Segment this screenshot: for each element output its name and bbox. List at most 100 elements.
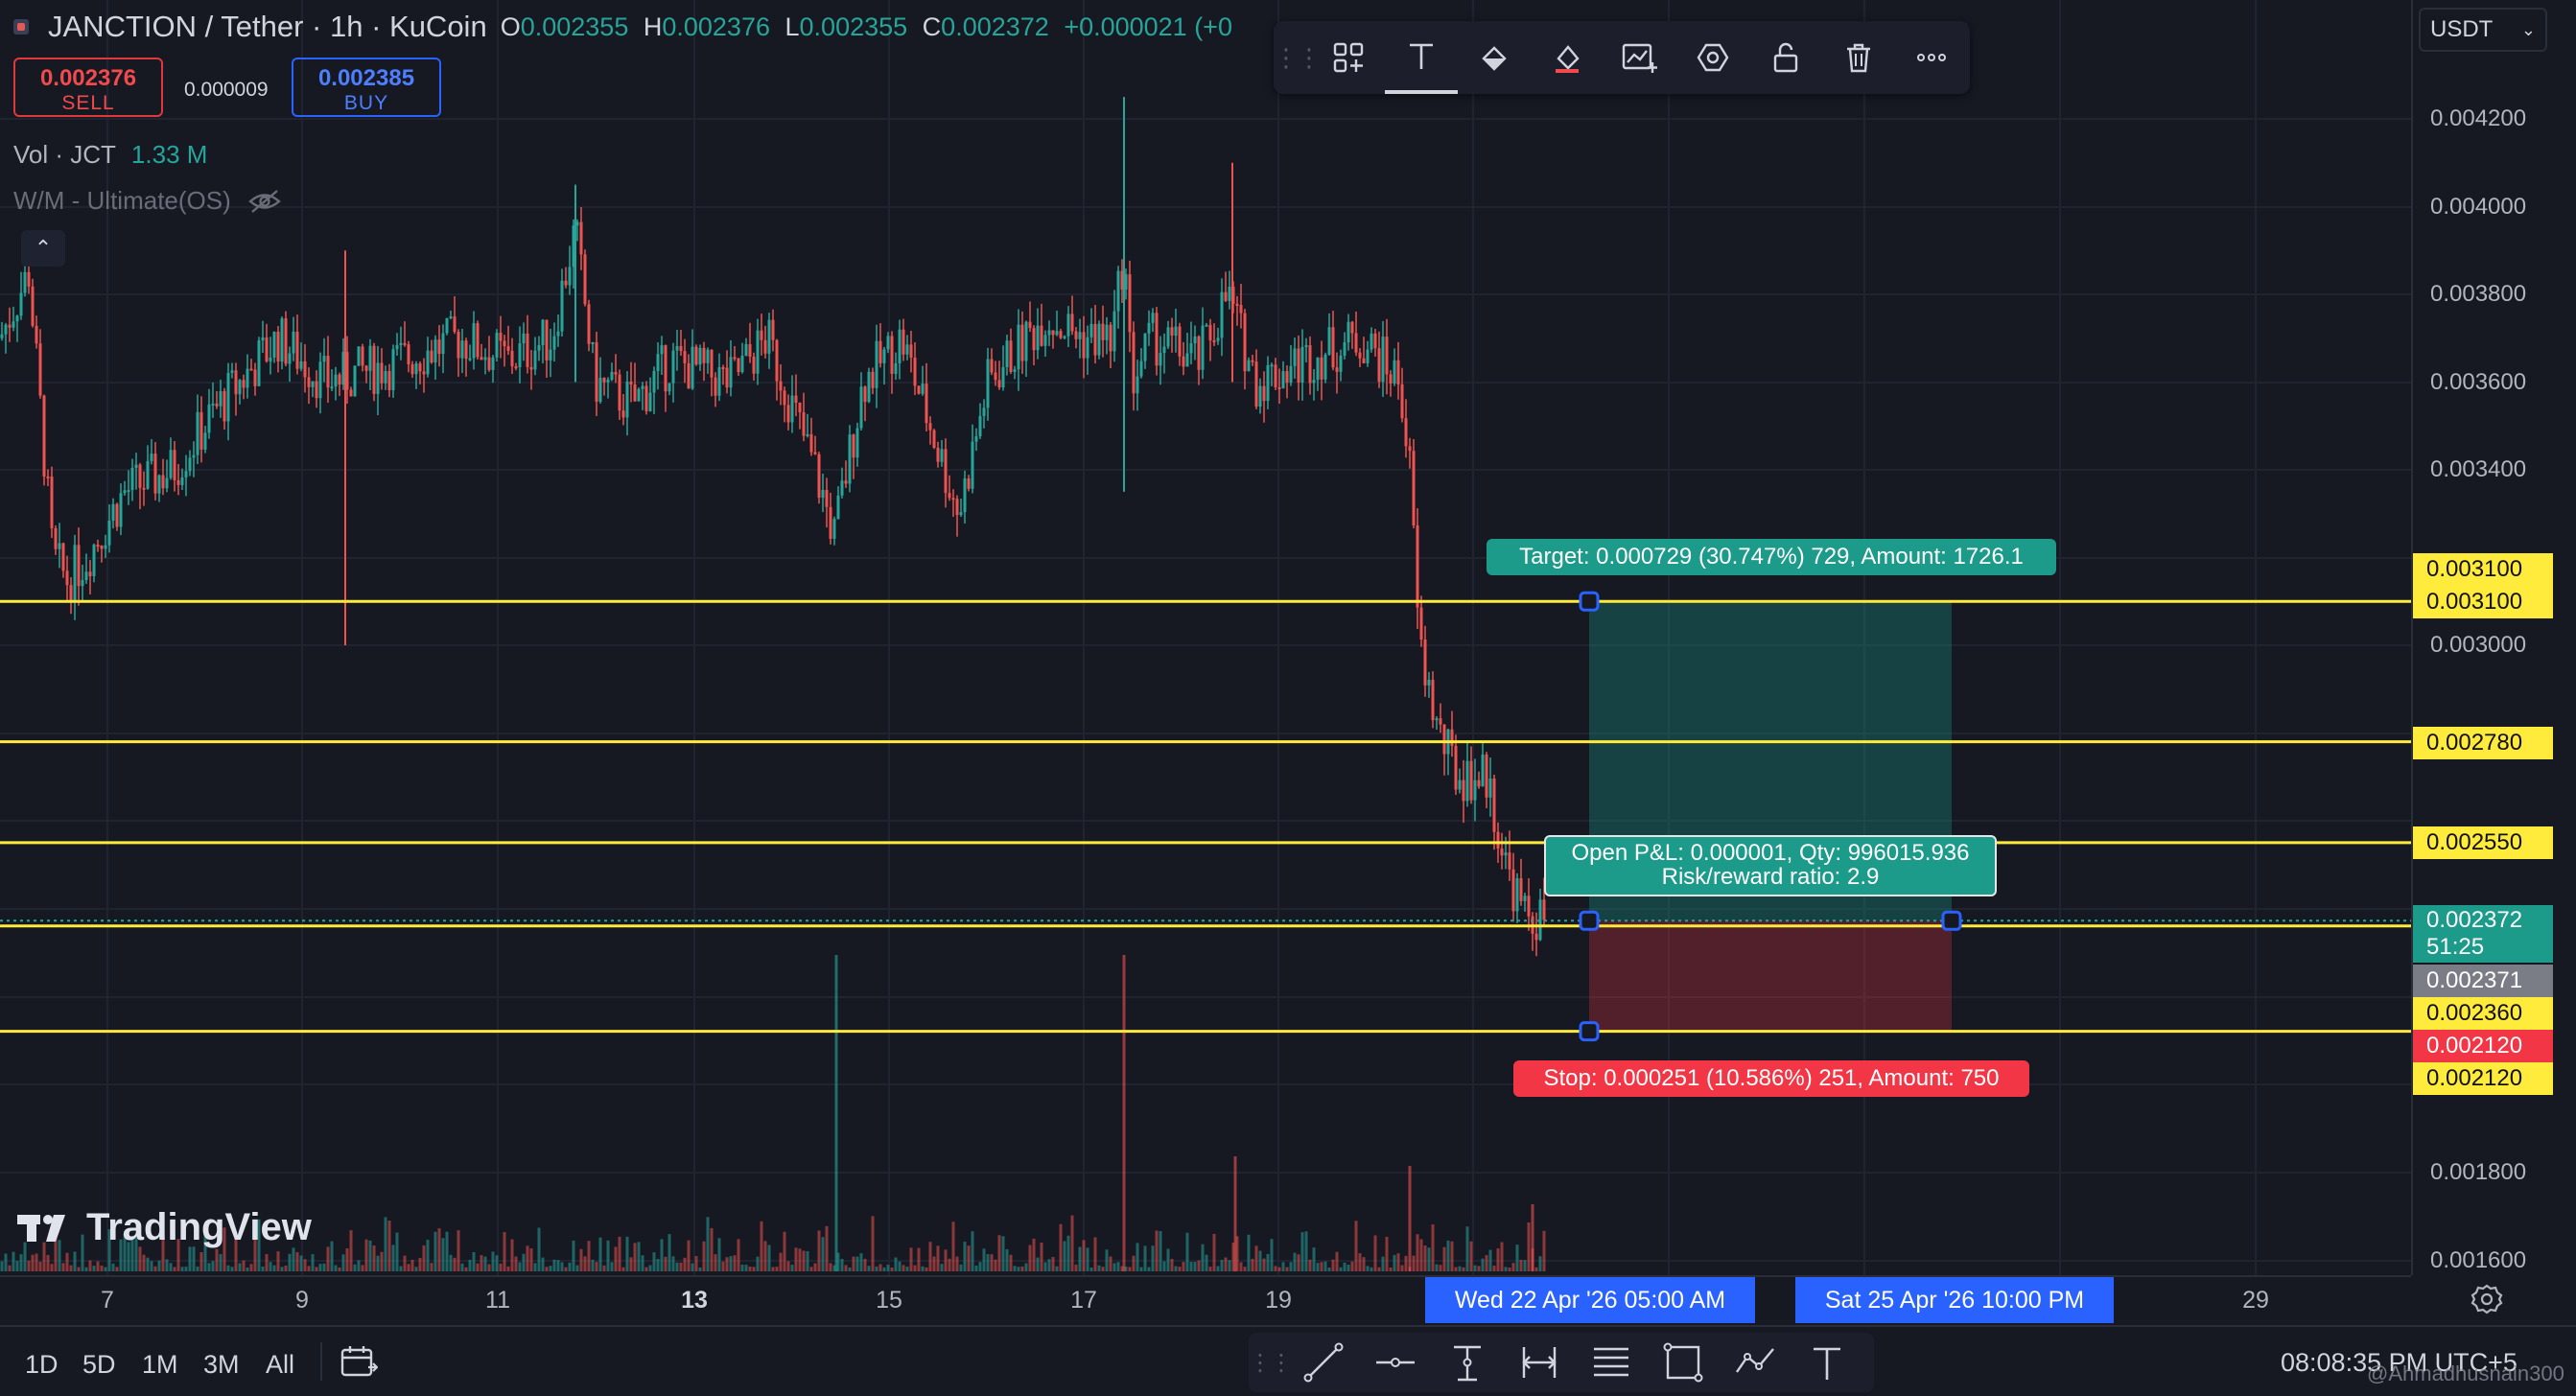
trash-icon[interactable] <box>1822 21 1895 94</box>
candle-body <box>1063 336 1066 338</box>
candle-body <box>1205 324 1208 327</box>
candle-body <box>315 381 318 399</box>
volume-bar <box>691 1263 694 1271</box>
candle-body <box>886 336 890 350</box>
candle-body <box>1274 364 1277 387</box>
candle-body <box>1197 336 1201 370</box>
brush-icon[interactable] <box>1531 21 1604 94</box>
vertical-line-icon[interactable] <box>1431 1341 1503 1384</box>
candle-body <box>1439 718 1442 725</box>
price-label-2120[interactable]: 0.002120 <box>2413 1062 2553 1095</box>
volume-bar <box>272 1265 276 1271</box>
candle-body <box>844 480 848 484</box>
volume-bar <box>1059 1223 1063 1271</box>
candle-body <box>184 471 188 477</box>
volume-bar <box>1504 1267 1508 1271</box>
range-3m[interactable]: 3M <box>203 1350 240 1380</box>
volume-bar <box>173 1267 176 1271</box>
unlock-icon[interactable] <box>1749 21 1822 94</box>
trendline-icon[interactable] <box>1287 1341 1359 1384</box>
text-tool-icon[interactable] <box>1791 1341 1862 1384</box>
symbol-title[interactable]: JANCTION / Tether · 1h · KuCoin <box>48 10 487 44</box>
candle-body <box>1032 328 1036 351</box>
volume-bar <box>1112 1263 1116 1271</box>
volume-bar <box>341 1254 345 1271</box>
range-1d[interactable]: 1D <box>25 1350 59 1380</box>
last-price-label[interactable]: 0.002372 51:25 <box>2413 905 2553 963</box>
gear-icon[interactable] <box>2471 1283 2503 1323</box>
open-pnl-label[interactable]: Open P&L: 0.000001, Qty: 996015.936 Risk… <box>1544 835 1997 896</box>
volume-bar <box>426 1239 430 1271</box>
buy-label: BUY <box>343 92 389 114</box>
time-tick: 11 <box>485 1287 510 1314</box>
chart-settings-icon[interactable] <box>1604 21 1676 94</box>
calendar-icon[interactable] <box>340 1344 379 1386</box>
candle-body <box>1074 331 1078 339</box>
time-axis[interactable]: 7 9 11 13 15 17 19 29 Wed 22 Apr '26 05:… <box>0 1275 2411 1325</box>
price-label-2120-stop[interactable]: 0.002120 <box>2413 1030 2553 1062</box>
volume-legend[interactable]: Vol · JCT 1.33 M <box>13 140 207 170</box>
price-label-3100-upper[interactable]: 0.003100 <box>2413 553 2553 586</box>
volume-bar <box>1243 1267 1247 1271</box>
candle-body <box>1201 325 1205 370</box>
drawbar-drag-handle[interactable]: ⋮⋮ <box>1249 1349 1293 1377</box>
range-5d[interactable]: 5D <box>82 1350 116 1380</box>
candle-body <box>8 324 12 328</box>
volume-bar <box>1105 1249 1109 1271</box>
target-label[interactable]: Target: 0.000729 (30.747%) 729, Amount: … <box>1487 539 2056 575</box>
candle-body <box>579 221 583 255</box>
price-label-2780[interactable]: 0.002780 <box>2413 727 2553 759</box>
volume-bar <box>1020 1266 1024 1271</box>
sell-button[interactable]: 0.002376 SELL <box>13 58 163 117</box>
candle-body <box>978 415 982 437</box>
volume-bar <box>917 1247 921 1271</box>
more-icon[interactable] <box>1895 21 1968 94</box>
drawing-tools-bar[interactable]: ⋮⋮ <box>1249 1333 1874 1392</box>
grid-plus-icon[interactable] <box>1312 21 1385 94</box>
toolbar-drag-handle[interactable]: ⋮⋮ <box>1274 43 1322 73</box>
price-label-2360[interactable]: 0.002360 <box>2413 997 2553 1030</box>
range-all[interactable]: All <box>266 1350 294 1380</box>
candle-body <box>545 319 549 361</box>
candle-body <box>1139 361 1143 377</box>
stop-label[interactable]: Stop: 0.000251 (10.586%) 251, Amount: 75… <box>1513 1060 2029 1097</box>
price-axis[interactable]: 0.004200 0.004000 0.003800 0.003600 0.00… <box>2411 0 2576 1275</box>
candle-body <box>852 434 855 458</box>
candle-body <box>721 366 725 369</box>
indicator-legend[interactable]: W/M - Ultimate(OS) <box>13 186 281 216</box>
eye-hidden-icon[interactable] <box>247 189 281 214</box>
volume-spike <box>1408 1166 1412 1271</box>
volume-bar <box>1485 1255 1488 1271</box>
text-icon[interactable] <box>1385 21 1458 94</box>
range-1m[interactable]: 1M <box>142 1350 178 1380</box>
volume-bar <box>763 1241 767 1271</box>
collapse-legend-button[interactable]: ⌃ <box>21 230 65 267</box>
fill-icon[interactable] <box>1458 21 1531 94</box>
fib-retracement-icon[interactable] <box>1575 1341 1647 1384</box>
candle-body <box>1170 327 1174 337</box>
drawing-floating-toolbar[interactable]: ⋮⋮ <box>1274 21 1970 94</box>
volume-bar <box>1208 1267 1212 1271</box>
hexagon-icon[interactable] <box>1676 21 1749 94</box>
price-label-3100-target[interactable]: 0.003100 <box>2413 586 2553 618</box>
entry-time-pill[interactable]: Wed 22 Apr '26 05:00 AM <box>1425 1277 1755 1323</box>
volume-bar <box>1013 1266 1017 1271</box>
date-range-icon[interactable] <box>1503 1341 1575 1384</box>
buy-button[interactable]: 0.002385 BUY <box>292 58 441 117</box>
volume-bar <box>683 1257 687 1271</box>
candle-body <box>1427 680 1431 686</box>
rectangle-icon[interactable] <box>1647 1341 1719 1384</box>
candle-body <box>1281 371 1285 388</box>
candle-body <box>468 358 472 361</box>
horizontal-ray-icon[interactable] <box>1359 1341 1431 1384</box>
candlestick-chart[interactable] <box>0 0 2411 1275</box>
volume-bar <box>338 1267 341 1271</box>
exit-time-pill[interactable]: Sat 25 Apr '26 10:00 PM <box>1795 1277 2114 1323</box>
volume-bar <box>391 1245 395 1271</box>
chart-area[interactable]: JANCTION / Tether · 1h · KuCoin O0.00235… <box>0 0 2411 1275</box>
candle-body <box>602 378 606 383</box>
candle-body <box>1028 321 1032 329</box>
price-label-2550[interactable]: 0.002550 <box>2413 826 2553 859</box>
watermark: @Ahmadhusnain300 <box>2367 1361 2564 1385</box>
path-icon[interactable] <box>1719 1341 1791 1384</box>
